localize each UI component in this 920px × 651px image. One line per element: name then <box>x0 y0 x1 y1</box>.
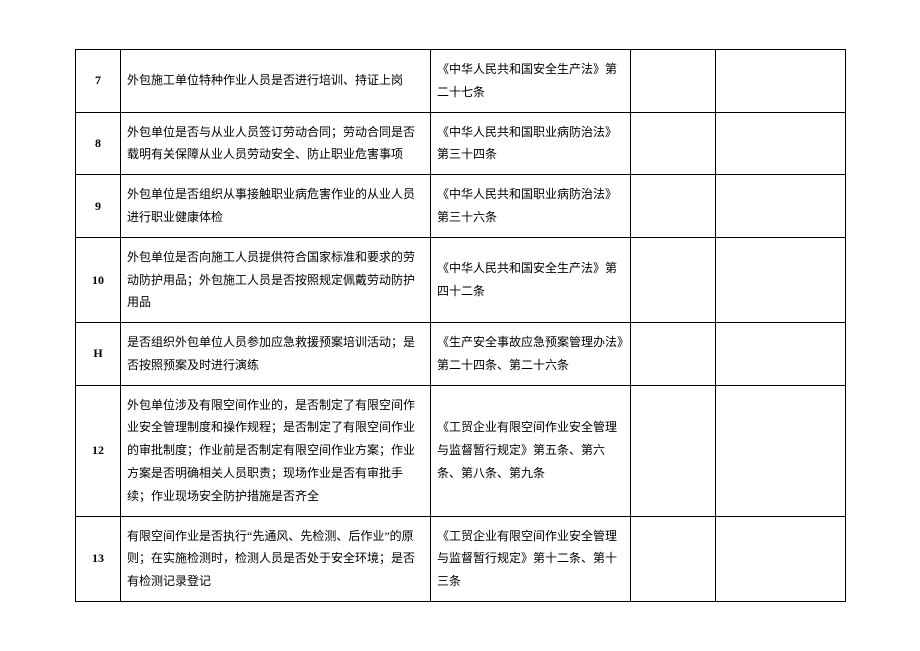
row-law: 《生产安全事故应急预案管理办法》第二十四条、第二十六条 <box>431 323 631 386</box>
document-page: 7 外包施工单位特种作业人员是否进行培训、持证上岗 《中华人民共和国安全生产法》… <box>75 49 845 602</box>
row-blank-b <box>716 516 846 601</box>
row-description: 外包单位是否组织从事接触职业病危害作业的从业人员进行职业健康体检 <box>121 175 431 238</box>
row-law: 《中华人民共和国安全生产法》第四十二条 <box>431 237 631 322</box>
row-blank-a <box>631 516 716 601</box>
row-law: 《中华人民共和国职业病防治法》第三十四条 <box>431 112 631 175</box>
row-number: 12 <box>76 385 121 516</box>
row-number: 7 <box>76 49 121 112</box>
row-blank-b <box>716 237 846 322</box>
row-law: 《中华人民共和国安全生产法》第二十七条 <box>431 49 631 112</box>
row-blank-a <box>631 385 716 516</box>
row-blank-a <box>631 175 716 238</box>
row-description: 外包单位是否向施工人员提供符合国家标准和要求的劳动防护用品；外包施工人员是否按照… <box>121 237 431 322</box>
table-body: 7 外包施工单位特种作业人员是否进行培训、持证上岗 《中华人民共和国安全生产法》… <box>76 49 846 601</box>
row-blank-a <box>631 112 716 175</box>
table-row: 10 外包单位是否向施工人员提供符合国家标准和要求的劳动防护用品；外包施工人员是… <box>76 237 846 322</box>
row-blank-b <box>716 112 846 175</box>
row-blank-b <box>716 385 846 516</box>
row-number: 8 <box>76 112 121 175</box>
row-description: 有限空间作业是否执行“先通风、先检测、后作业”的原则；在实施检测时，检测人员是否… <box>121 516 431 601</box>
row-description: 外包施工单位特种作业人员是否进行培训、持证上岗 <box>121 49 431 112</box>
table-row: 8 外包单位是否与从业人员签订劳动合同；劳动合同是否载明有关保障从业人员劳动安全… <box>76 112 846 175</box>
row-blank-a <box>631 237 716 322</box>
table-row: 9 外包单位是否组织从事接触职业病危害作业的从业人员进行职业健康体检 《中华人民… <box>76 175 846 238</box>
inspection-table: 7 外包施工单位特种作业人员是否进行培训、持证上岗 《中华人民共和国安全生产法》… <box>75 49 846 602</box>
table-row: 12 外包单位涉及有限空间作业的，是否制定了有限空间作业安全管理制度和操作规程；… <box>76 385 846 516</box>
row-blank-b <box>716 175 846 238</box>
row-number: 9 <box>76 175 121 238</box>
row-description: 外包单位是否与从业人员签订劳动合同；劳动合同是否载明有关保障从业人员劳动安全、防… <box>121 112 431 175</box>
row-blank-b <box>716 323 846 386</box>
row-law: 《中华人民共和国职业病防治法》第三十六条 <box>431 175 631 238</box>
table-row: H 是否组织外包单位人员参加应急救援预案培训活动；是否按照预案及时进行演练 《生… <box>76 323 846 386</box>
row-number: H <box>76 323 121 386</box>
row-law: 《工贸企业有限空间作业安全管理与监督暂行规定》第十二条、第十三条 <box>431 516 631 601</box>
table-row: 7 外包施工单位特种作业人员是否进行培训、持证上岗 《中华人民共和国安全生产法》… <box>76 49 846 112</box>
row-description: 外包单位涉及有限空间作业的，是否制定了有限空间作业安全管理制度和操作规程；是否制… <box>121 385 431 516</box>
row-blank-a <box>631 323 716 386</box>
row-number: 10 <box>76 237 121 322</box>
table-row: 13 有限空间作业是否执行“先通风、先检测、后作业”的原则；在实施检测时，检测人… <box>76 516 846 601</box>
row-blank-b <box>716 49 846 112</box>
row-description: 是否组织外包单位人员参加应急救援预案培训活动；是否按照预案及时进行演练 <box>121 323 431 386</box>
row-blank-a <box>631 49 716 112</box>
row-law: 《工贸企业有限空间作业安全管理与监督暂行规定》第五条、第六条、第八条、第九条 <box>431 385 631 516</box>
row-number: 13 <box>76 516 121 601</box>
